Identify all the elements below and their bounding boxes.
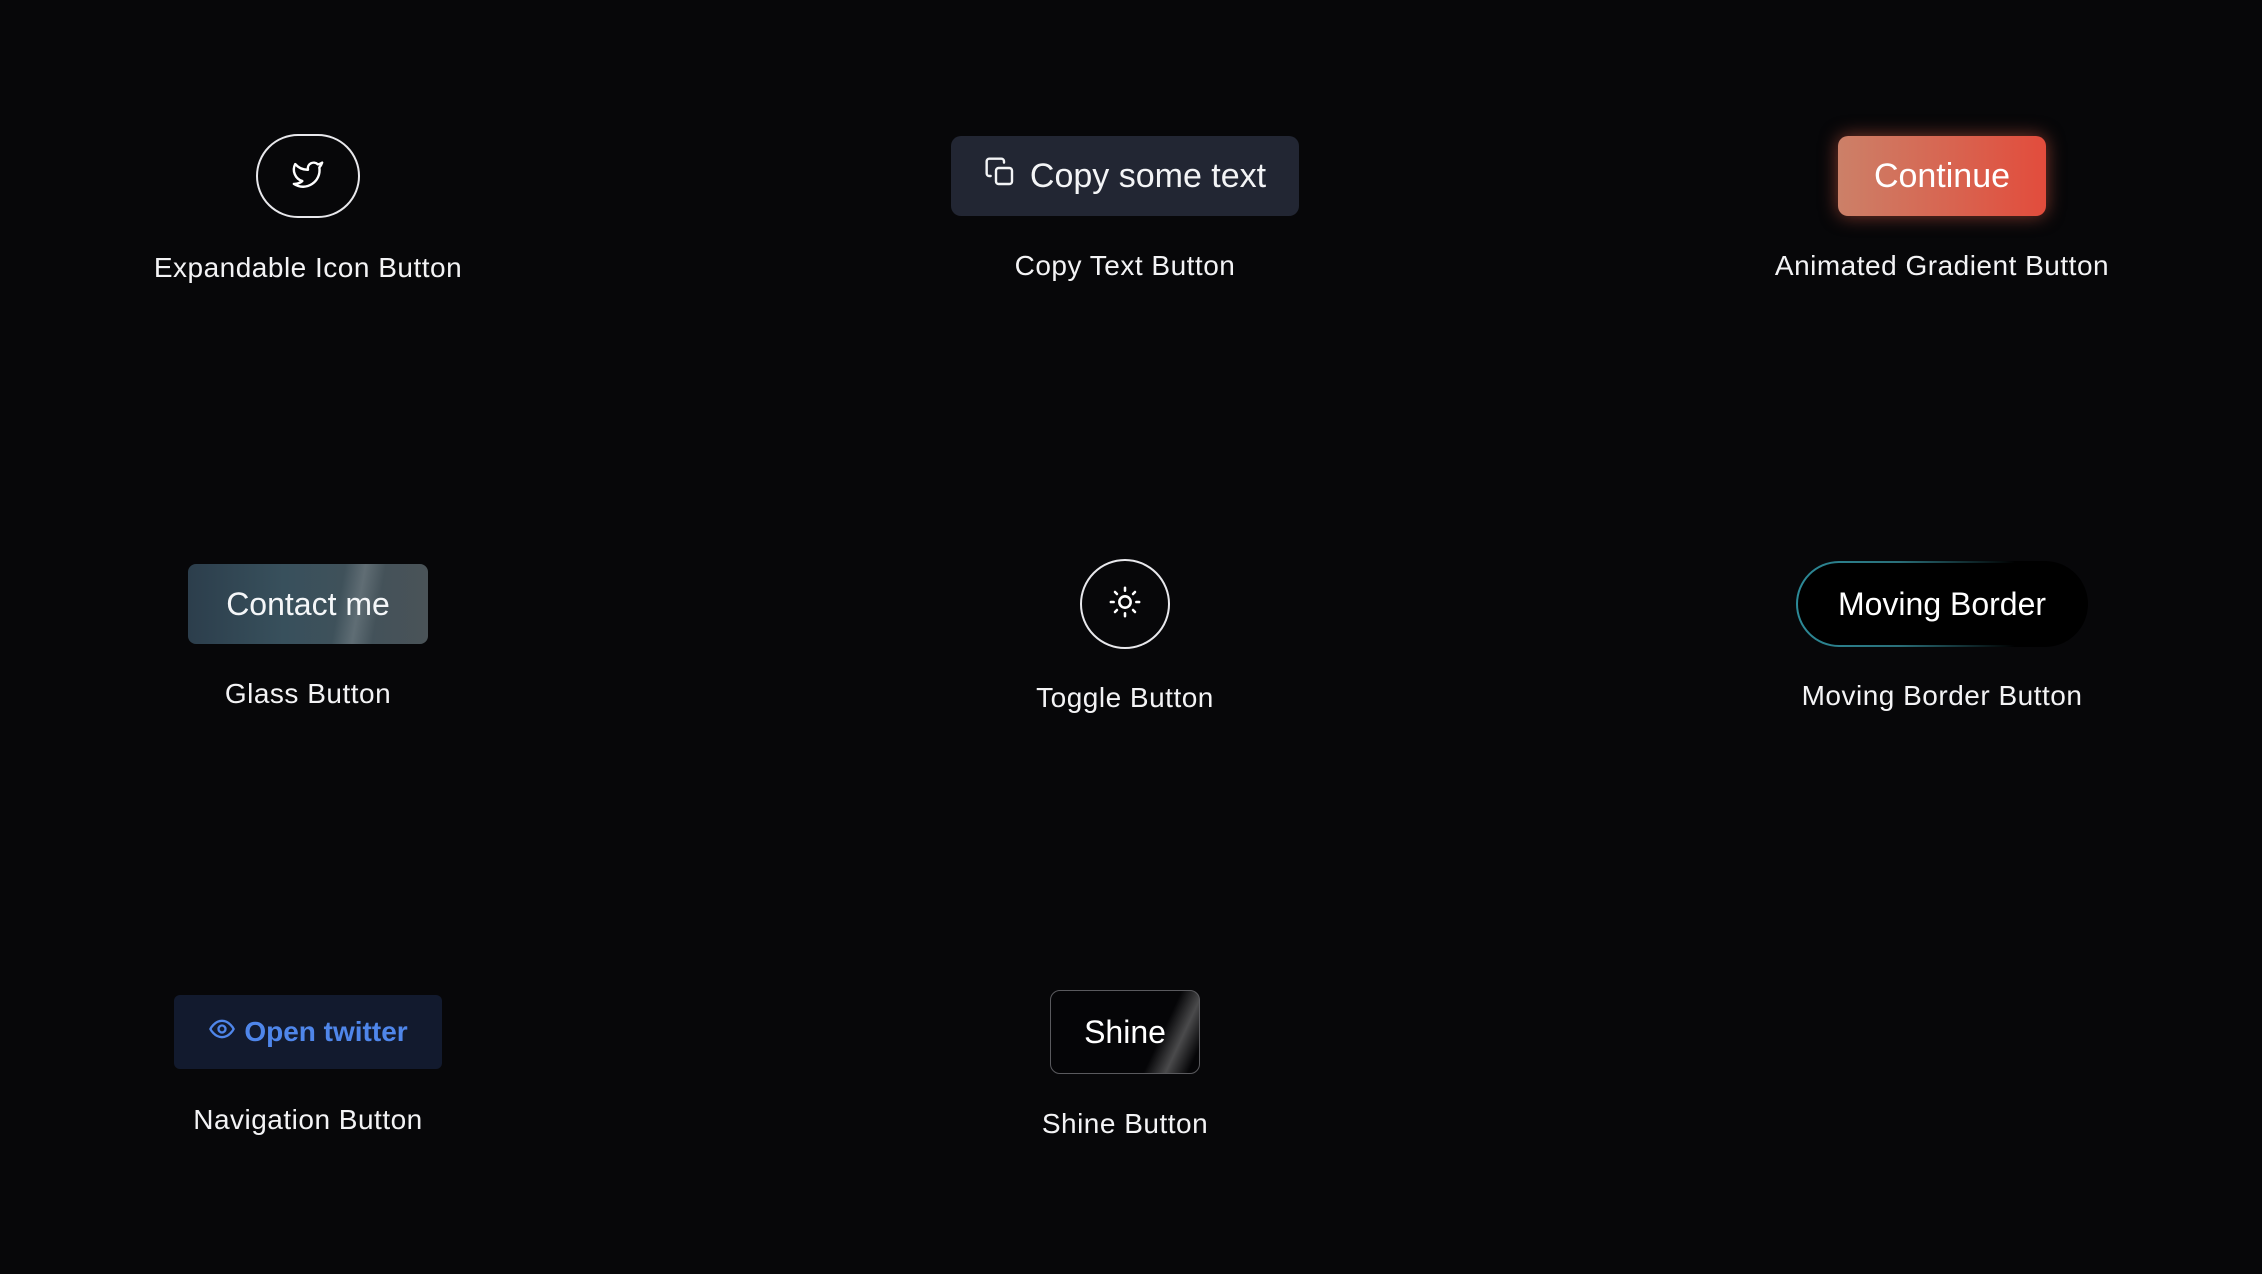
moving-border-button-label: Moving Border — [1837, 585, 2047, 622]
theme-toggle-button[interactable] — [1080, 559, 1170, 649]
copy-text-button-label: Copy some text — [1029, 156, 1267, 195]
shine-button-caption: Shine Button — [1041, 1108, 1209, 1139]
sun-icon — [1108, 585, 1142, 624]
copy-text-button-caption: Copy Text Button — [1014, 250, 1236, 281]
expandable-icon-button-caption: Expandable Icon Button — [153, 252, 463, 283]
continue-button-label: Continue — [1873, 156, 2011, 195]
contact-me-button-label: Contact me — [226, 585, 390, 622]
copy-text-button[interactable]: Copy some text — [951, 136, 1299, 216]
open-twitter-button-label: Open twitter — [244, 1016, 408, 1047]
shine-button[interactable]: Shine — [1050, 990, 1200, 1074]
open-twitter-button[interactable]: Open twitter — [174, 995, 442, 1069]
copy-icon — [984, 156, 1030, 197]
shine-button-label: Shine — [1084, 1013, 1166, 1050]
glass-button-caption: Glass Button — [224, 678, 392, 709]
animated-gradient-button-caption: Animated Gradient Button — [1774, 250, 2110, 281]
eye-icon — [208, 1015, 244, 1050]
twitter-bird-icon — [290, 157, 326, 196]
expandable-icon-button[interactable] — [256, 134, 360, 218]
moving-border-button-caption: Moving Border Button — [1801, 680, 2083, 711]
toggle-button-caption: Toggle Button — [1036, 682, 1214, 713]
navigation-button-caption: Navigation Button — [193, 1104, 423, 1135]
contact-me-button[interactable]: Contact me — [188, 564, 428, 644]
continue-button[interactable]: Continue — [1838, 136, 2046, 216]
moving-border-button[interactable]: Moving Border — [1796, 561, 2088, 647]
